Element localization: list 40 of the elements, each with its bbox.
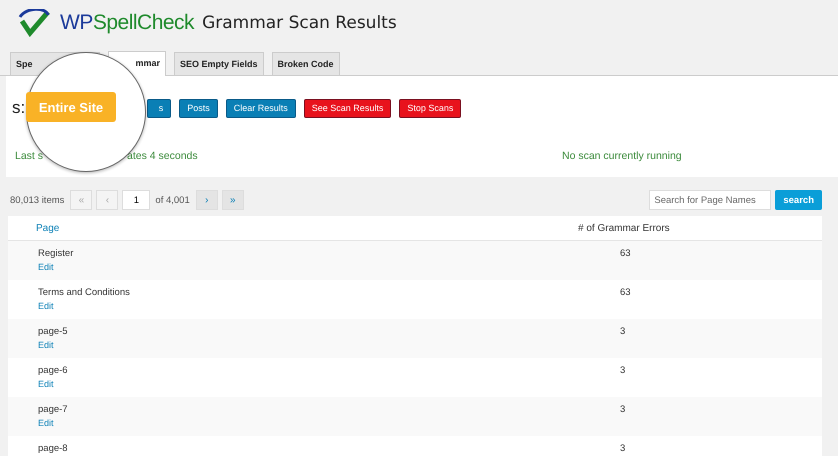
scan-label: s: (12, 98, 26, 118)
edit-link[interactable]: Edit (38, 340, 54, 350)
scan-button[interactable]: Clear Results (226, 98, 296, 118)
search-field[interactable]: Search for Page Names (649, 190, 772, 210)
page-name: Terms and Conditions (38, 287, 130, 298)
error-count: 63 (619, 286, 631, 300)
checkmark-logo-icon (18, 9, 52, 37)
error-count: 3 (619, 364, 626, 378)
scan-status: No scan currently running (562, 150, 682, 162)
last-page-button[interactable]: » (222, 190, 244, 210)
edit-link[interactable]: Edit (38, 301, 54, 311)
edit-link[interactable]: Edit (38, 379, 54, 389)
page-number-field[interactable]: 1 (122, 190, 150, 210)
logo-text: WPSpellCheck (60, 11, 194, 35)
error-count: 63 (619, 247, 631, 261)
edit-link[interactable]: Edit (38, 418, 54, 428)
page-name: page-8 (38, 443, 68, 454)
last-scan-text: ates 4 seconds (127, 150, 198, 162)
page-total: of 4,001 (155, 194, 190, 206)
edit-link[interactable]: Edit (38, 262, 54, 272)
column-header: # of Grammar Errors (578, 222, 670, 234)
search-button[interactable]: search (775, 190, 822, 210)
scan-button[interactable]: Posts (179, 98, 218, 118)
page-title: Grammar Scan Results (202, 13, 397, 33)
page-name: page-5 (38, 326, 68, 337)
scan-button[interactable]: See Scan Results (304, 98, 392, 118)
column-header[interactable]: Page (8, 222, 60, 234)
next-page-button[interactable]: › (196, 190, 218, 210)
error-count: 3 (619, 442, 626, 456)
page-name: page-7 (38, 404, 68, 415)
tab[interactable]: SEO Empty Fields (174, 52, 264, 75)
error-count: 3 (619, 325, 626, 339)
tab[interactable]: Broken Code (272, 52, 340, 75)
error-count: 3 (619, 403, 626, 417)
scan-button[interactable]: Stop Scans (399, 98, 462, 118)
page-name: page-6 (38, 365, 68, 376)
page-name: Register (38, 248, 74, 259)
last-scan-text: Last s (15, 150, 44, 162)
scan-button[interactable]: s (147, 98, 172, 118)
item-count: 80,013 items (10, 194, 64, 206)
